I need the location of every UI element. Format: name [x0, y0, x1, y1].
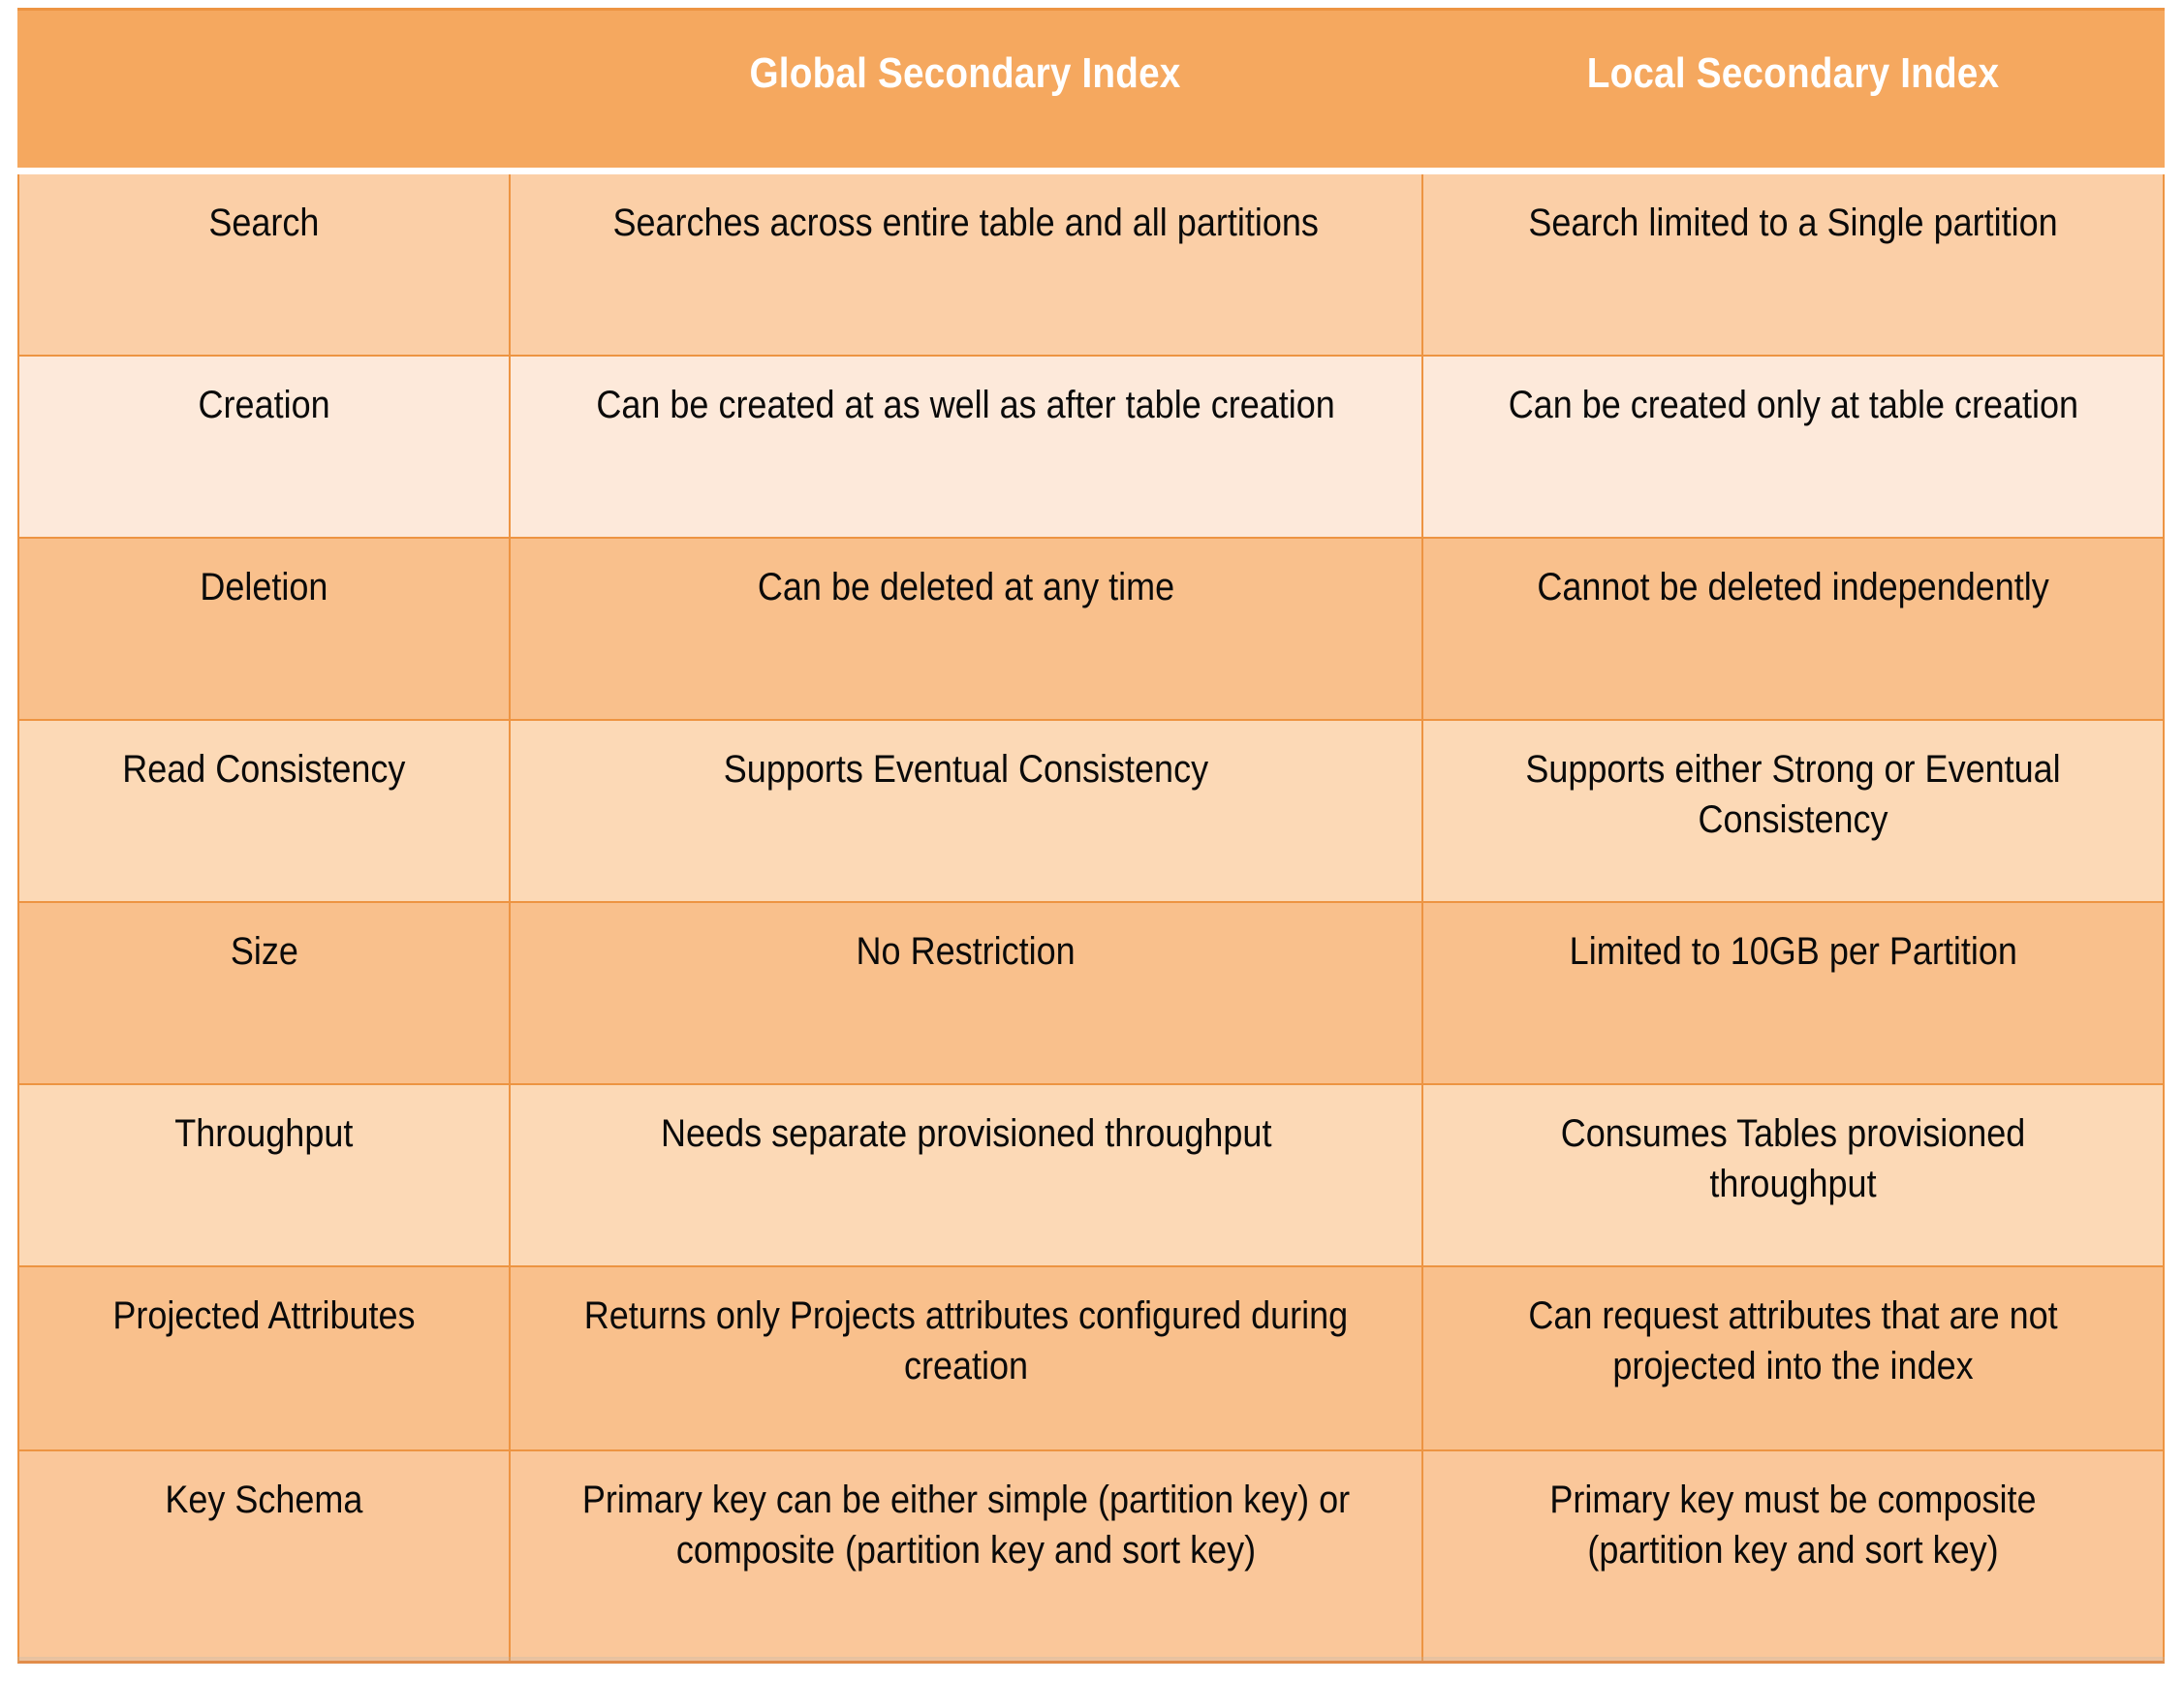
table-cell-feature: Throughput: [19, 1085, 511, 1265]
table-cell-lsi: Can be created only at table creation: [1423, 357, 2163, 537]
table-cell-lsi: Supports either Strong or Eventual Consi…: [1423, 721, 2163, 901]
cell-text: Search: [208, 202, 320, 244]
table-cell-gsi: No Restriction: [511, 903, 1423, 1083]
table-cell-gsi: Supports Eventual Consistency: [511, 721, 1423, 901]
table-cell-gsi: Searches across entire table and all par…: [511, 174, 1423, 355]
table-cell-feature: Key Schema: [19, 1451, 511, 1661]
cell-text: Supports Eventual Consistency: [723, 748, 1209, 791]
table-row: Throughput Needs separate provisioned th…: [19, 1085, 2163, 1267]
cell-text: Needs separate provisioned throughput: [660, 1112, 1272, 1155]
table-bottom-shadow: [17, 1657, 2165, 1666]
cell-text: Can be deleted at any time: [757, 566, 1175, 608]
table-cell-feature: Creation: [19, 357, 511, 537]
table-cell-lsi: Cannot be deleted independently: [1423, 539, 2163, 719]
table-cell-feature: Read Consistency: [19, 721, 511, 901]
cell-text: Limited to 10GB per Partition: [1569, 930, 2017, 973]
cell-text: Supports either Strong or Eventual Consi…: [1525, 748, 2061, 841]
header-cell-global-secondary-index: Global Secondary Index: [749, 49, 1181, 97]
table-row: Creation Can be created at as well as af…: [19, 357, 2163, 539]
table-cell-gsi: Returns only Projects attributes configu…: [511, 1267, 1423, 1449]
cell-text: Key Schema: [165, 1479, 363, 1521]
cell-text: Deletion: [200, 566, 328, 608]
table-row: Key Schema Primary key can be either sim…: [19, 1451, 2163, 1661]
table-cell-gsi: Can be created at as well as after table…: [511, 357, 1423, 537]
table-cell-lsi: Can request attributes that are not proj…: [1423, 1267, 2163, 1449]
table-row: Deletion Can be deleted at any time Cann…: [19, 539, 2163, 721]
table-cell-gsi: Can be deleted at any time: [511, 539, 1423, 719]
table-row: Size No Restriction Limited to 10GB per …: [19, 903, 2163, 1085]
cell-text: No Restriction: [856, 930, 1076, 973]
cell-text: Can be created at as well as after table…: [596, 384, 1336, 426]
cell-text: Projected Attributes: [112, 1294, 416, 1337]
cell-text: Throughput: [174, 1112, 354, 1155]
cell-text: Creation: [198, 384, 330, 426]
table-cell-gsi: Needs separate provisioned throughput: [511, 1085, 1423, 1265]
table-row: Search Searches across entire table and …: [19, 174, 2163, 357]
table-cell-feature: Search: [19, 174, 511, 355]
cell-text: Read Consistency: [122, 748, 406, 791]
cell-text: Search limited to a Single partition: [1528, 202, 2058, 244]
cell-text: Cannot be deleted independently: [1537, 566, 2049, 608]
cell-text: Returns only Projects attributes configu…: [583, 1294, 1349, 1387]
cell-text: Consumes Tables provisioned throughput: [1560, 1112, 2026, 1205]
cell-text: Can be created only at table creation: [1508, 384, 2078, 426]
cell-text: Primary key must be composite (partition…: [1549, 1479, 2037, 1572]
cell-text: Searches across entire table and all par…: [612, 202, 1320, 244]
table-cell-lsi: Consumes Tables provisioned throughput: [1423, 1085, 2163, 1265]
table-cell-gsi: Primary key can be either simple (partit…: [511, 1451, 1423, 1661]
comparison-table-body: Search Searches across entire table and …: [17, 174, 2165, 1664]
table-cell-lsi: Limited to 10GB per Partition: [1423, 903, 2163, 1083]
comparison-table-page: Global Secondary Index Local Secondary I…: [0, 0, 2184, 1682]
table-row: Projected Attributes Returns only Projec…: [19, 1267, 2163, 1451]
table-header-row: Global Secondary Index Local Secondary I…: [17, 8, 2165, 168]
table-cell-feature: Size: [19, 903, 511, 1083]
cell-text: Primary key can be either simple (partit…: [581, 1479, 1351, 1572]
table-cell-feature: Projected Attributes: [19, 1267, 511, 1449]
table-cell-feature: Deletion: [19, 539, 511, 719]
table-cell-lsi: Search limited to a Single partition: [1423, 174, 2163, 355]
cell-text: Size: [230, 930, 298, 973]
table-cell-lsi: Primary key must be composite (partition…: [1423, 1451, 2163, 1661]
header-cell-local-secondary-index: Local Secondary Index: [1586, 49, 2000, 97]
table-row: Read Consistency Supports Eventual Consi…: [19, 721, 2163, 903]
cell-text: Can request attributes that are not proj…: [1528, 1294, 2058, 1387]
